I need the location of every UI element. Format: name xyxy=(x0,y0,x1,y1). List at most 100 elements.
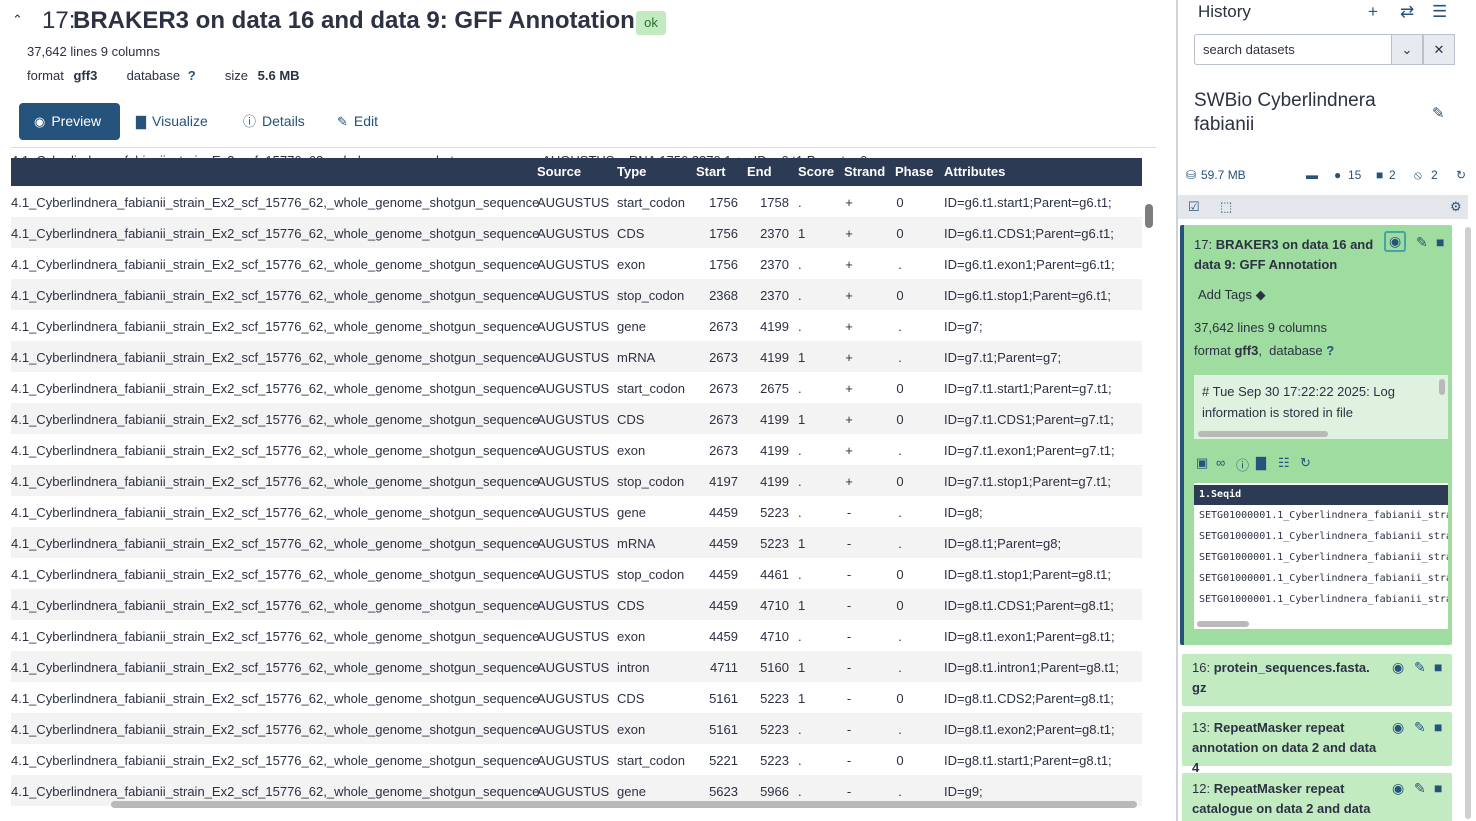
cell-phase: 0 xyxy=(896,753,904,768)
hidden-count[interactable]: 2 xyxy=(1431,168,1438,182)
item-title[interactable]: 16: protein_sequences.fasta.gz xyxy=(1192,658,1377,698)
horizontal-scrollbar[interactable] xyxy=(111,801,1137,808)
cell-score: . xyxy=(798,288,802,303)
trash-icon[interactable]: ■ xyxy=(1436,234,1444,250)
column-header[interactable]: Attributes xyxy=(944,164,1005,179)
refresh-icon[interactable]: ↻ xyxy=(1456,168,1466,182)
preview-table[interactable]: 4.1_Cyberlindnera_fabianii_strain_Ex2_sc… xyxy=(11,150,1154,810)
item-title[interactable]: 17: BRAKER3 on data 16 and data 9: GFF A… xyxy=(1194,235,1384,275)
size-value: 5.6 MB xyxy=(257,68,300,83)
cell-attributes: ID=g8.t1.CDS1;Parent=g8.t1; xyxy=(944,598,1114,613)
save-icon[interactable]: ▣ xyxy=(1196,455,1208,471)
switch-icon[interactable]: ⇄ xyxy=(1400,2,1414,22)
column-header[interactable]: Phase xyxy=(895,164,933,179)
sitemap-icon[interactable]: ☷ xyxy=(1278,455,1290,471)
tags-icon: ◆ xyxy=(1255,287,1266,302)
peek-column-header: 1.Seqid xyxy=(1194,485,1448,505)
history-size[interactable]: 59.7 MB xyxy=(1201,168,1246,182)
pencil-icon[interactable]: ✎ xyxy=(1432,104,1445,122)
add-tags-button[interactable]: Add Tags ◆ xyxy=(1198,287,1266,303)
column-header[interactable]: Strand xyxy=(844,164,885,179)
history-scrollbar[interactable] xyxy=(1465,227,1471,819)
collapse-icon[interactable]: ⌃ xyxy=(12,12,23,28)
cell-attributes: ID=g8.t1.exon2;Parent=g8.t1; xyxy=(944,722,1115,737)
cell-source: AUGUSTUS xyxy=(537,443,610,458)
eye-icon[interactable]: ◉ xyxy=(1392,659,1404,676)
database-value[interactable]: ? xyxy=(188,68,196,83)
cell-start: 5221 xyxy=(709,753,738,768)
eye-slash-icon[interactable]: ⦸ xyxy=(1414,168,1422,183)
cell-source: AUGUSTUS xyxy=(537,288,610,303)
item-title[interactable]: 12: RepeatMasker repeat catalogue on dat… xyxy=(1192,779,1377,821)
column-header[interactable]: Start xyxy=(696,164,726,179)
cell-seqid: 4.1_Cyberlindnera_fabianii_strain_Ex2_sc… xyxy=(11,567,540,582)
cell-attributes: ID=g6.t1.exon1;Parent=g6.t1; xyxy=(944,257,1115,272)
column-header[interactable]: End xyxy=(747,164,772,179)
peek-row: SETG01000001.1_Cyberlindnera_fabianii_st… xyxy=(1199,552,1448,563)
drive-icon[interactable]: ▬ xyxy=(1306,168,1318,182)
cell-type: intron xyxy=(617,660,650,675)
history-item-12[interactable]: 12: RepeatMasker repeat catalogue on dat… xyxy=(1182,773,1452,821)
pencil-icon[interactable]: ✎ xyxy=(1414,780,1426,797)
eye-icon[interactable]: ◉ xyxy=(1392,719,1404,736)
tab-edit[interactable]: ✎ Edit xyxy=(337,103,378,140)
table-row: 4.1_Cyberlindnera_fabianii_strain_Ex2_sc… xyxy=(11,682,1142,713)
eye-icon[interactable]: ◉ xyxy=(1384,231,1407,252)
peek-row: SETG01000001.1_Cyberlindnera_fabianii_st… xyxy=(1199,531,1448,542)
tab-visualize[interactable]: ▇ Visualize xyxy=(136,103,208,140)
peek-vertical-scrollbar[interactable] xyxy=(1439,379,1445,395)
cell-phase: . xyxy=(898,350,902,365)
link-icon[interactable]: ∞ xyxy=(1216,455,1225,470)
pencil-icon: ✎ xyxy=(337,114,348,129)
advanced-search-icon[interactable]: ⌄ xyxy=(1391,34,1423,65)
select-all-icon[interactable]: ☑ xyxy=(1188,199,1200,215)
cell-phase: 0 xyxy=(896,381,904,396)
column-header[interactable]: Score xyxy=(798,164,834,179)
trash-icon[interactable]: ■ xyxy=(1434,780,1442,796)
peek-table[interactable]: 1.Seqid SETG01000001.1_Cyberlindnera_fab… xyxy=(1194,483,1448,629)
cell-phase: . xyxy=(898,629,902,644)
history-item-16[interactable]: 16: protein_sequences.fasta.gz ◉ ✎ ■ xyxy=(1182,654,1452,706)
chart-icon[interactable]: ▇ xyxy=(1256,455,1266,471)
eye-icon[interactable]: ◉ xyxy=(1392,780,1404,797)
trash-icon[interactable]: ■ xyxy=(1434,719,1442,735)
history-item-17[interactable]: 17: BRAKER3 on data 16 and data 9: GFF A… xyxy=(1180,225,1452,645)
column-header[interactable]: Source xyxy=(537,164,581,179)
pencil-icon[interactable]: ✎ xyxy=(1414,659,1426,676)
cell-start: 5161 xyxy=(709,722,738,737)
info-icon[interactable]: ⓘ xyxy=(1236,455,1249,474)
peek-table-scrollbar[interactable] xyxy=(1197,621,1249,627)
deleted-count[interactable]: 2 xyxy=(1389,168,1396,182)
plus-icon[interactable]: + xyxy=(1368,2,1378,22)
item-peek-info[interactable]: # Tue Sep 30 17:22:22 2025: Log informat… xyxy=(1194,375,1448,439)
pencil-icon[interactable]: ✎ xyxy=(1414,719,1426,736)
cell-phase: . xyxy=(898,257,902,272)
cell-score: 1 xyxy=(798,691,806,706)
peek-horizontal-scrollbar[interactable] xyxy=(1198,431,1328,437)
trash-icon[interactable]: ■ xyxy=(1434,659,1442,675)
cell-type: gene xyxy=(617,319,646,334)
rerun-icon[interactable]: ↻ xyxy=(1300,455,1311,471)
tab-label: Details xyxy=(262,113,305,129)
map-marker-icon[interactable]: ● xyxy=(1334,168,1341,182)
cell-strand: + xyxy=(845,443,853,458)
search-input[interactable]: search datasets xyxy=(1194,34,1392,65)
tab-label: Edit xyxy=(353,113,379,129)
history-item-13[interactable]: 13: RepeatMasker repeat annotation on da… xyxy=(1182,712,1452,775)
column-header[interactable]: Type xyxy=(617,164,646,179)
menu-icon[interactable]: ☰ xyxy=(1432,2,1447,22)
vertical-scrollbar[interactable] xyxy=(1145,204,1153,228)
peek-row: SETG01000001.1_Cyberlindnera_fabianii_st… xyxy=(1199,573,1448,584)
tab-details[interactable]: ⓘ Details xyxy=(243,103,305,140)
shown-count[interactable]: 15 xyxy=(1348,168,1361,182)
gear-icon[interactable]: ⚙ xyxy=(1450,199,1462,215)
clear-search-icon[interactable]: ✕ xyxy=(1423,34,1455,65)
item-title[interactable]: 13: RepeatMasker repeat annotation on da… xyxy=(1192,718,1377,778)
collapse-all-icon[interactable]: ⬚ xyxy=(1220,199,1232,215)
tab-preview[interactable]: ◉ Preview xyxy=(19,103,120,140)
cell-start: 4459 xyxy=(709,629,738,644)
trash-icon[interactable]: ■ xyxy=(1376,168,1383,182)
cell-strand: - xyxy=(846,691,852,706)
cell-seqid: 4.1_Cyberlindnera_fabianii_strain_Ex2_sc… xyxy=(11,784,540,799)
pencil-icon[interactable]: ✎ xyxy=(1416,234,1428,251)
